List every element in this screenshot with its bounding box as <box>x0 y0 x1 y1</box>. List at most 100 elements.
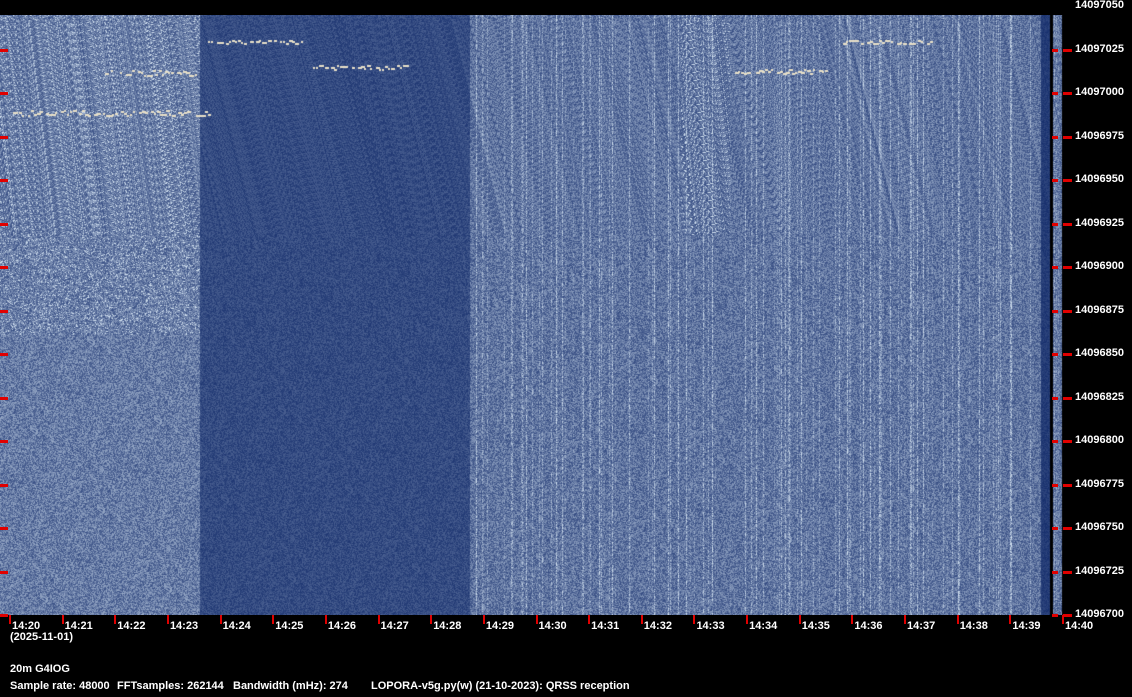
y-tick-mark <box>1052 396 1058 400</box>
y-tick-mark <box>0 48 8 52</box>
x-tick-mark <box>851 615 854 624</box>
x-tick-label: 14:26 <box>327 620 357 632</box>
y-tick-mark <box>1063 222 1072 226</box>
y-tick-mark <box>1063 92 1072 95</box>
y-tick-mark <box>1063 396 1072 400</box>
y-tick-mark <box>1063 179 1072 182</box>
y-tick-mark <box>0 266 8 269</box>
y-tick-label: 14096850 <box>1075 347 1124 359</box>
date-label: (2025-11-01) <box>10 631 73 643</box>
y-tick-mark <box>1063 527 1072 530</box>
y-tick-mark <box>1052 48 1058 52</box>
y-tick-label: 14096800 <box>1075 434 1124 446</box>
x-tick-mark <box>904 615 907 624</box>
x-tick-mark <box>430 615 433 624</box>
y-tick-label: 14096900 <box>1075 260 1124 272</box>
y-tick-mark <box>0 614 8 617</box>
x-tick-label: 14:40 <box>1065 620 1094 632</box>
x-tick-mark <box>798 615 801 624</box>
software-label: LOPORA-v5g.py(w) (21-10-2023): QRSS rece… <box>371 680 630 692</box>
y-tick-mark <box>0 222 8 226</box>
x-tick-label: 14:25 <box>275 620 304 632</box>
x-tick-mark <box>61 615 64 624</box>
x-tick-mark <box>746 615 749 624</box>
y-tick-mark <box>1052 309 1058 313</box>
waterfall-spectrogram <box>0 15 1063 615</box>
x-tick-label: 14:39 <box>1012 620 1041 632</box>
y-tick-mark <box>1063 266 1072 269</box>
y-tick-label: 14096875 <box>1075 303 1124 316</box>
y-tick-mark <box>1063 570 1072 574</box>
y-tick-mark <box>0 135 8 139</box>
y-tick-mark <box>1063 353 1072 356</box>
x-tick-label: 14:33 <box>696 620 725 632</box>
x-tick-mark <box>166 615 169 624</box>
y-tick-mark <box>0 527 8 530</box>
y-tick-mark <box>1063 135 1072 139</box>
y-tick-label: 14097050 <box>1075 0 1124 11</box>
x-tick-mark <box>640 615 643 624</box>
fft-samples: FFTsamples: 262144 <box>117 680 224 692</box>
y-tick-label: 14096700 <box>1075 608 1124 620</box>
y-tick-mark <box>1052 614 1058 617</box>
x-tick-label: 14:23 <box>169 620 199 632</box>
y-tick-mark <box>1052 440 1058 443</box>
y-tick-mark <box>1052 135 1058 139</box>
x-tick-label: 14:29 <box>485 620 514 632</box>
y-tick-label: 14096725 <box>1075 564 1124 577</box>
y-tick-mark <box>1063 48 1072 52</box>
y-tick-mark <box>0 570 8 574</box>
y-tick-mark <box>1052 266 1058 269</box>
x-tick-label: 14:35 <box>801 620 830 632</box>
x-tick-mark <box>272 615 275 624</box>
x-tick-mark <box>219 615 222 624</box>
y-tick-mark <box>0 92 8 95</box>
sample-rate: Sample rate: 48000 <box>10 680 110 692</box>
y-tick-mark <box>0 396 8 400</box>
x-tick-label: 14:31 <box>591 620 620 632</box>
x-tick-mark <box>1062 615 1064 624</box>
x-tick-mark <box>956 615 959 624</box>
station-label: 20m G4IOG <box>10 663 70 675</box>
x-tick-mark <box>535 615 538 624</box>
x-tick-label: 14:37 <box>907 620 936 632</box>
x-tick-label: 14:38 <box>959 620 988 632</box>
y-tick-label: 14096925 <box>1075 216 1124 229</box>
y-tick-mark <box>1052 570 1058 574</box>
y-tick-label: 14096825 <box>1075 390 1124 403</box>
y-tick-mark <box>1063 614 1072 617</box>
y-tick-label: 14096975 <box>1075 129 1124 142</box>
x-tick-label: 14:28 <box>433 620 462 632</box>
y-tick-mark <box>1052 483 1058 487</box>
y-tick-mark <box>0 179 8 182</box>
x-tick-mark <box>324 615 327 624</box>
y-tick-mark <box>0 309 8 313</box>
x-tick-mark <box>1009 615 1012 624</box>
x-tick-mark <box>9 615 11 624</box>
x-tick-label: 14:34 <box>749 620 778 632</box>
y-tick-label: 14097000 <box>1075 86 1124 98</box>
y-tick-label: 14096950 <box>1075 173 1124 185</box>
x-tick-mark <box>377 615 380 624</box>
x-tick-label: 14:30 <box>538 620 567 632</box>
x-tick-label: 14:22 <box>117 620 146 632</box>
y-tick-mark <box>1063 440 1072 443</box>
x-tick-mark <box>588 615 591 624</box>
y-tick-mark <box>1063 309 1072 313</box>
y-tick-mark <box>0 353 8 356</box>
y-tick-mark <box>1052 92 1058 95</box>
y-tick-mark <box>1052 179 1058 182</box>
y-tick-mark <box>0 440 8 443</box>
x-tick-mark <box>482 615 485 624</box>
x-tick-mark <box>114 615 117 624</box>
y-tick-mark <box>0 483 8 487</box>
y-tick-label: 14096750 <box>1075 521 1124 533</box>
x-tick-label: 14:27 <box>380 620 409 632</box>
y-tick-label: 14096775 <box>1075 477 1124 490</box>
bandwidth: Bandwidth (mHz): 274 <box>233 680 348 692</box>
x-tick-label: 14:24 <box>222 620 251 632</box>
x-tick-label: 14:36 <box>854 620 883 632</box>
y-tick-mark <box>1063 483 1072 487</box>
y-tick-mark <box>1052 222 1058 226</box>
x-tick-mark <box>693 615 696 624</box>
